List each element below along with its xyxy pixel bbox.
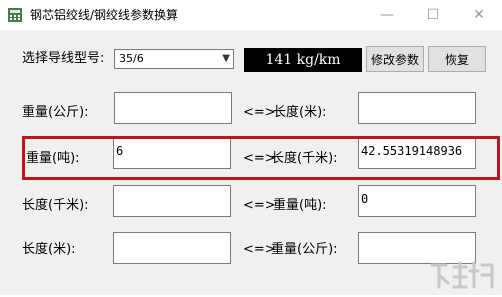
wire-type-label: 选择导线型号:: [22, 51, 105, 66]
weight-kg-input[interactable]: [114, 92, 232, 124]
row1-left-label: 重量(公斤):: [22, 105, 89, 120]
row4-left-label: 长度(米):: [22, 242, 76, 257]
row3-left-label: 长度(千米):: [22, 198, 89, 213]
row3-right-label: 重量(吨):: [273, 198, 327, 213]
length-m-input[interactable]: [113, 232, 231, 264]
window-title: 钢芯铝绞线/钢绞线参数换算: [30, 8, 179, 22]
wire-type-select[interactable]: 35/6 ▼: [114, 49, 234, 69]
title-bar: 钢芯铝绞线/钢绞线参数换算 — ☐ ✕: [0, 0, 502, 30]
minimize-button[interactable]: —: [364, 0, 410, 30]
row4-right-label: 重量(公斤):: [271, 242, 338, 257]
maximize-button[interactable]: ☐: [410, 0, 456, 30]
highlight-box: [22, 136, 500, 180]
weight-ton-output[interactable]: 0: [358, 185, 476, 217]
density-display: 141 kg/km: [244, 48, 362, 72]
close-button[interactable]: ✕: [456, 0, 502, 30]
length-km-input[interactable]: [113, 185, 231, 217]
download-site-logo: [426, 257, 498, 293]
wire-type-value: 35/6: [119, 52, 144, 65]
calculator-icon: [7, 7, 23, 23]
row3-arrow: <=>: [243, 198, 276, 213]
row1-right-label: 长度(米):: [273, 105, 327, 120]
chevron-down-icon[interactable]: ▼: [222, 50, 230, 68]
modify-params-button[interactable]: 修改参数: [366, 46, 424, 72]
row1-arrow: <=>: [243, 105, 276, 120]
length-m-output[interactable]: [358, 92, 476, 124]
restore-button[interactable]: 恢复: [428, 46, 486, 72]
